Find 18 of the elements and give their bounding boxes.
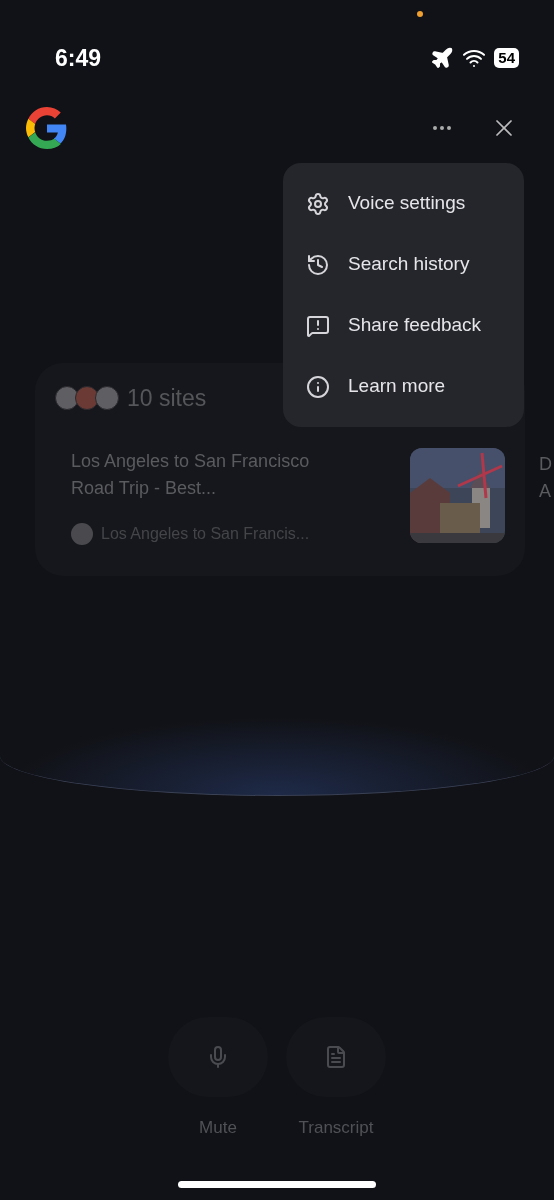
settings-icon bbox=[306, 191, 330, 216]
site-icon bbox=[71, 522, 93, 545]
control-label: Transcript bbox=[298, 1116, 374, 1139]
document-icon bbox=[324, 1044, 348, 1069]
info-icon bbox=[306, 374, 330, 399]
google-logo-icon bbox=[26, 107, 68, 149]
airplane-icon bbox=[430, 46, 455, 70]
sites-count: 10 sites bbox=[127, 384, 207, 413]
site-icons bbox=[55, 386, 119, 411]
menu-item[interactable]: Learn more bbox=[283, 356, 524, 417]
history-icon bbox=[306, 252, 330, 277]
battery-indicator: 54 bbox=[494, 48, 519, 68]
feedback-icon bbox=[306, 313, 330, 338]
clock: 6:49 bbox=[55, 43, 102, 73]
menu-item[interactable]: Share feedback bbox=[283, 295, 524, 356]
control-label: Mute bbox=[199, 1116, 237, 1139]
menu-item[interactable]: Search history bbox=[283, 234, 524, 295]
menu-item[interactable]: Voice settings bbox=[283, 173, 524, 234]
